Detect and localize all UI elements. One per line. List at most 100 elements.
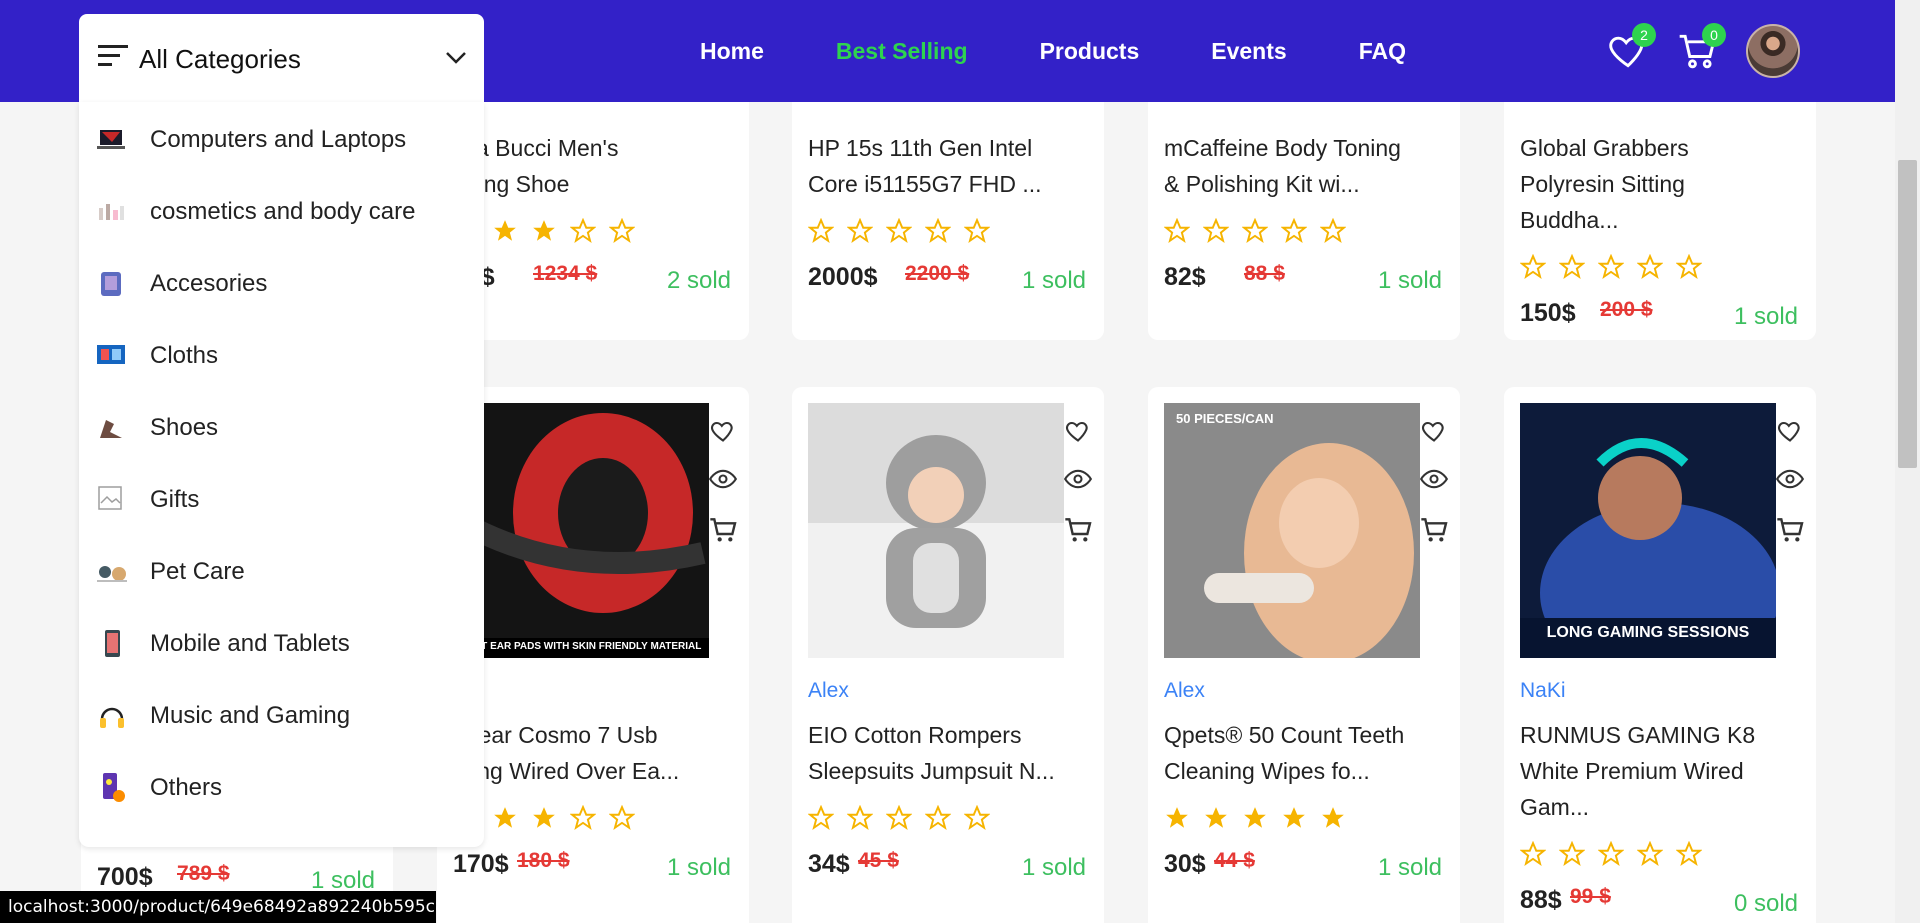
product-card[interactable]: LONG GAMING SESSIONS NaKi RUNMUS GAMING K8…	[1504, 387, 1816, 923]
star-filled-icon	[1320, 805, 1346, 836]
category-label: Mobile and Tablets	[150, 630, 350, 657]
category-item[interactable]: Others	[95, 763, 475, 813]
quick-view-eye-icon[interactable]	[1063, 468, 1094, 495]
product-card[interactable]: Alex EIO Cotton Rompers Sleepsuits Jumpsu…	[792, 387, 1104, 923]
product-old-price: 44 $	[1214, 849, 1255, 872]
category-item[interactable]: Accesories	[95, 259, 475, 309]
add-to-cart-icon[interactable]	[1420, 515, 1450, 550]
star-outline-icon	[846, 804, 874, 836]
product-old-price: 200 $	[1600, 298, 1653, 321]
nav-products[interactable]: Products	[1040, 38, 1140, 65]
cosmetics-icon	[95, 197, 129, 227]
product-price: 34$	[808, 850, 850, 878]
star-filled-icon	[1242, 805, 1268, 836]
category-item[interactable]: Computers and Laptops	[95, 115, 475, 165]
rating-stars	[1519, 840, 1703, 872]
product-image-caption: 50 PIECES/CAN	[1176, 411, 1274, 426]
rating-stars	[1163, 217, 1347, 249]
shoes-icon	[95, 413, 129, 443]
product-name: dgear Cosmo 7 Usb ming Wired Over Ea...	[453, 722, 680, 784]
broken-image-icon	[95, 485, 129, 515]
quick-view-eye-icon[interactable]	[708, 468, 739, 495]
wishlist-button[interactable]: 2	[1606, 23, 1656, 73]
star-filled-icon	[531, 805, 557, 836]
avatar[interactable]	[1746, 24, 1800, 78]
star-outline-icon	[1163, 217, 1191, 249]
category-item[interactable]: cosmetics and body care	[95, 187, 475, 237]
product-name: mCaffeine Body Toning & Polishing Kit wi…	[1164, 135, 1401, 197]
cart-button[interactable]: 0	[1676, 23, 1726, 73]
star-outline-icon	[924, 804, 952, 836]
card-action-icons	[1419, 417, 1450, 570]
product-sold-count: 2 sold	[666, 267, 731, 294]
quick-view-eye-icon[interactable]	[1419, 468, 1450, 495]
category-item[interactable]: Shoes	[95, 403, 475, 453]
category-item[interactable]: Gifts	[95, 475, 475, 525]
star-filled-icon	[1164, 805, 1190, 836]
nav-faq[interactable]: FAQ	[1359, 38, 1406, 65]
product-sold-count: 1 sold	[666, 854, 731, 881]
product-sold-count: 1 sold	[1377, 854, 1442, 881]
dropdown-title: All Categories	[139, 44, 301, 74]
wishlist-heart-icon[interactable]	[1776, 417, 1806, 448]
quick-view-eye-icon[interactable]	[1775, 468, 1806, 495]
pet-care-icon	[95, 557, 129, 587]
add-to-cart-icon[interactable]	[709, 515, 739, 550]
star-outline-icon	[924, 217, 952, 249]
rating-stars	[807, 804, 991, 836]
nav-home[interactable]: Home	[700, 38, 764, 65]
product-image[interactable]: LONG GAMING SESSIONS	[1520, 403, 1776, 658]
product-old-price: 99 $	[1570, 885, 1611, 908]
shop-name: Alex	[1164, 679, 1205, 702]
star-outline-icon	[569, 804, 597, 836]
all-categories-dropdown[interactable]: All Categories	[79, 14, 484, 102]
nav-events[interactable]: Events	[1211, 38, 1286, 65]
product-sold-count: 1 sold	[1021, 854, 1086, 881]
category-item[interactable]: Cloths	[95, 331, 475, 381]
others-icon	[95, 773, 129, 803]
product-card[interactable]: 50 PIECES/CAN Alex Qpets® 50 Count Teeth C…	[1148, 387, 1460, 923]
product-image[interactable]	[808, 403, 1064, 658]
category-label: Others	[150, 774, 223, 801]
category-item[interactable]: Mobile and Tablets	[95, 619, 475, 669]
rating-stars	[1164, 805, 1346, 836]
product-image[interactable]: SOFT EAR PADS WITH SKIN FRIENDLY MATERIA…	[453, 403, 709, 658]
category-label: Gifts	[150, 486, 200, 513]
product-old-price: 88 $	[1244, 262, 1285, 285]
category-label: Shoes	[150, 414, 219, 441]
star-filled-icon	[531, 218, 557, 249]
product-old-price: 45 $	[858, 849, 899, 872]
category-item[interactable]: Pet Care	[95, 547, 475, 597]
category-list: Computers and Laptops cosmetics and body …	[79, 102, 484, 847]
scrollbar-thumb[interactable]	[1898, 160, 1917, 468]
chevron-down-icon	[446, 52, 466, 64]
product-price: 88$	[1520, 886, 1562, 914]
product-old-price: 2200 $	[905, 262, 970, 285]
product-price: 700$	[97, 863, 153, 891]
shop-name: Alex	[808, 679, 849, 702]
wishlist-heart-icon[interactable]	[1064, 417, 1094, 448]
star-outline-icon	[807, 804, 835, 836]
product-sold-count: 1 sold	[1021, 267, 1086, 294]
product-sold-count: 1 sold	[1377, 267, 1442, 294]
category-label: Accesories	[150, 270, 268, 297]
star-outline-icon	[1202, 217, 1230, 249]
category-item[interactable]: Music and Gaming	[95, 691, 475, 741]
card-action-icons	[1775, 417, 1806, 570]
product-image[interactable]: 50 PIECES/CAN	[1164, 403, 1420, 658]
wishlist-heart-icon[interactable]	[709, 417, 739, 448]
nav-best-selling[interactable]: Best Selling	[836, 38, 968, 65]
add-to-cart-icon[interactable]	[1776, 515, 1806, 550]
product-image-caption: LONG GAMING SESSIONS	[1546, 624, 1750, 641]
product-name: Global Grabbers Polyresin Sitting Buddha…	[1520, 135, 1689, 233]
add-to-cart-icon[interactable]	[1064, 515, 1094, 550]
card-action-icons	[708, 417, 739, 570]
category-label: Music and Gaming	[150, 702, 351, 729]
star-outline-icon	[1319, 217, 1347, 249]
accessories-icon	[95, 269, 129, 299]
wishlist-heart-icon[interactable]	[1420, 417, 1450, 448]
shop-name: NaKi	[1520, 679, 1566, 702]
page-scrollbar[interactable]	[1895, 0, 1920, 923]
rating-stars	[807, 217, 991, 249]
star-outline-icon	[1558, 253, 1586, 285]
